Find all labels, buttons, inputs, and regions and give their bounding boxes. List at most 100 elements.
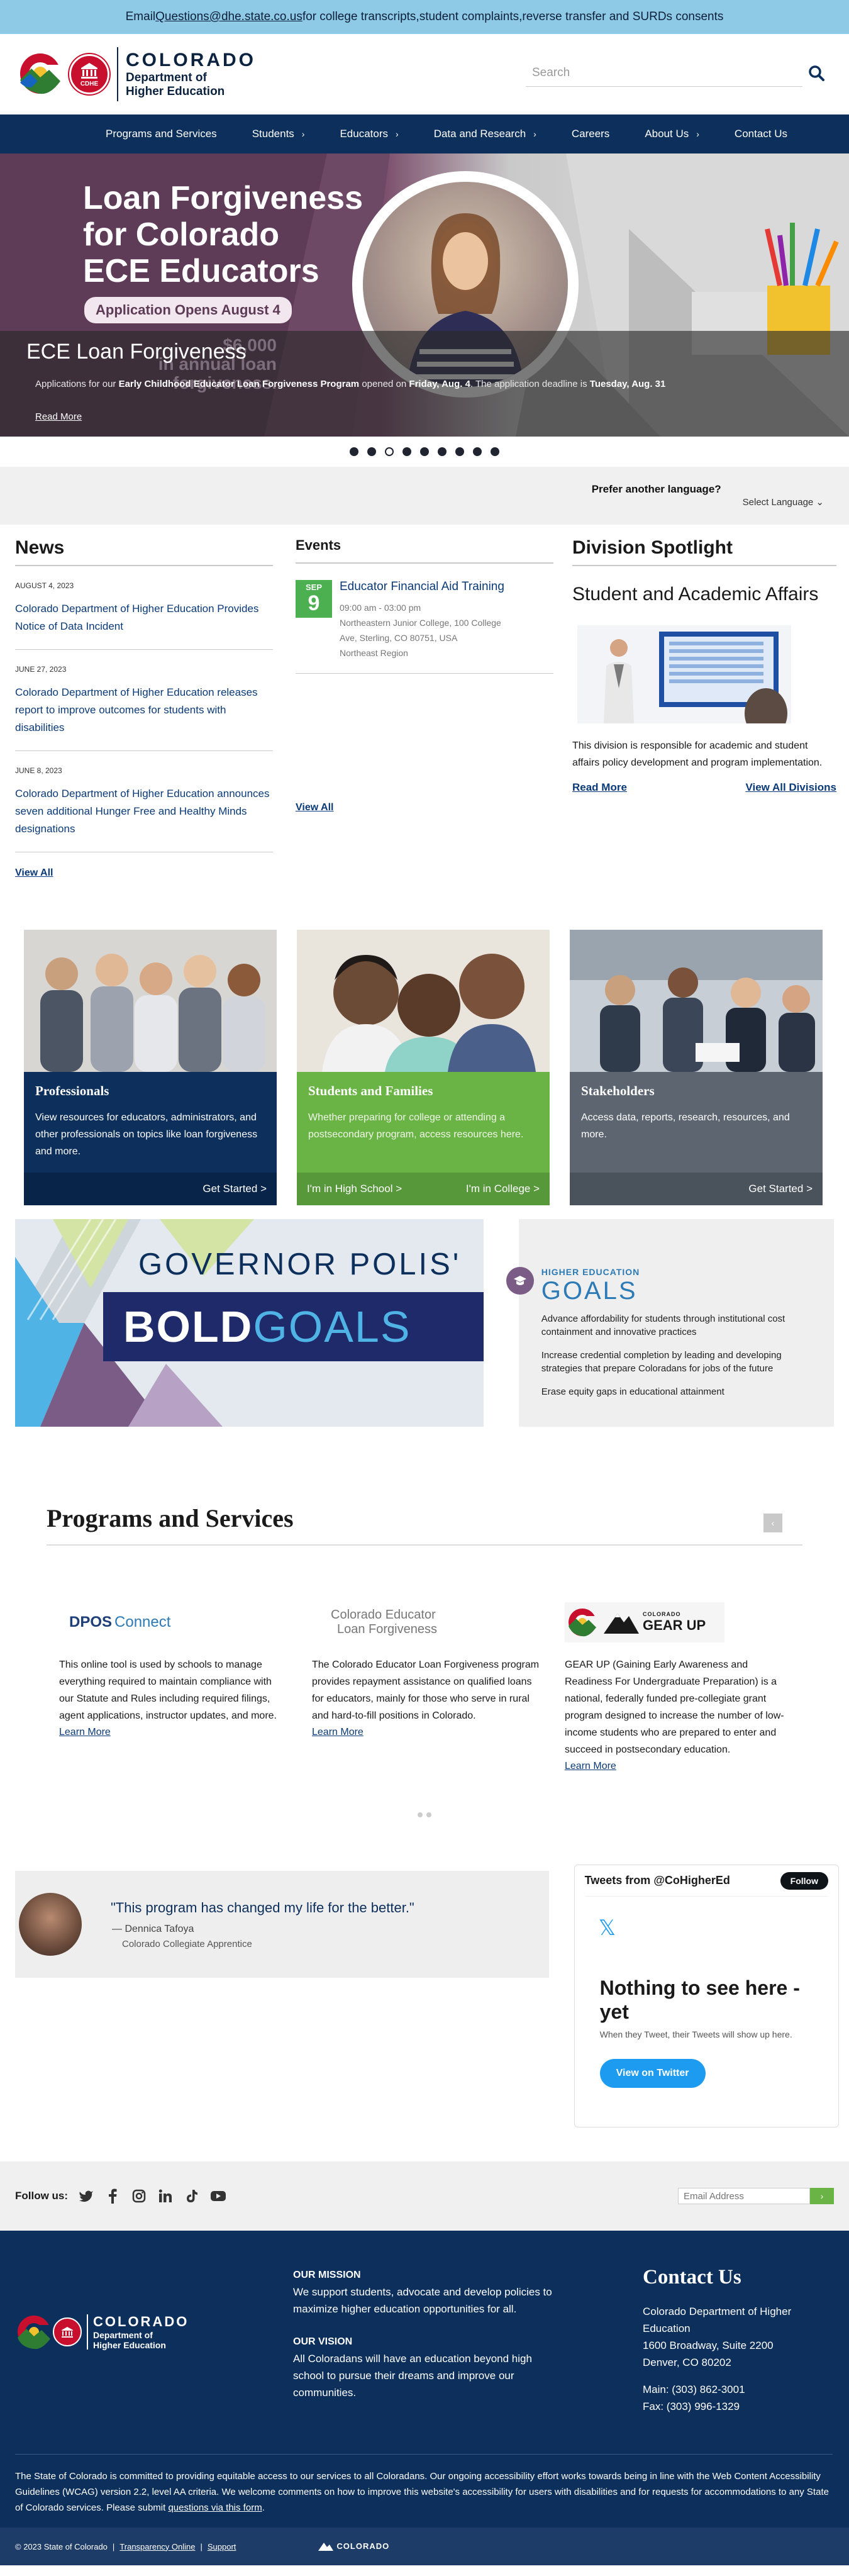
accessibility-statement: The State of Colorado is committed to pr… [15, 2454, 833, 2516]
professionals-get-started-link[interactable]: Get Started > [24, 1173, 277, 1205]
colorado-official-icon [318, 2543, 334, 2551]
gear-up-logo-part-b: GEAR UP [643, 1617, 706, 1633]
banner-email-link[interactable]: Questions@dhe.state.co.us [155, 10, 302, 24]
colorado-official-logo[interactable]: COLORADO [318, 2541, 389, 2552]
colorado-c-icon [19, 46, 82, 103]
testimonial-name: — Dennica Tafoya [112, 1923, 194, 1934]
carousel-dot[interactable] [438, 447, 447, 456]
goals-list: Advance affordability for students throu… [541, 1312, 821, 1408]
carousel-dot[interactable] [402, 447, 411, 456]
nav-students[interactable]: Students › [235, 114, 323, 153]
banner-suffix: for college transcripts,student complain… [302, 10, 724, 23]
instagram-icon[interactable] [131, 2188, 147, 2204]
support-link[interactable]: Support [208, 2542, 236, 2551]
news-title-link[interactable]: Colorado Department of Higher Education … [15, 785, 273, 838]
news-view-all-link[interactable]: View All [15, 867, 53, 879]
program-learn-more-link[interactable]: Learn More [565, 1761, 616, 1772]
event-title-link[interactable]: Educator Financial Aid Training [340, 580, 504, 594]
programs-dot[interactable] [418, 1812, 423, 1817]
twitter-follow-button[interactable]: Follow [780, 1871, 828, 1890]
news-title-link[interactable]: Colorado Department of Higher Education … [15, 600, 273, 635]
main-navigation: Programs and Services Students › Educator… [0, 114, 849, 153]
carousel-dot-active[interactable] [385, 447, 394, 456]
site-footer: COLORADO Department of Higher Education … [0, 2231, 849, 2565]
nav-careers[interactable]: Careers [554, 114, 627, 153]
language-select[interactable]: Select Language ⌄ [743, 496, 824, 508]
logo-wordmark: COLORADO Department of Higher Education [126, 50, 256, 99]
site-logo[interactable]: CDHE COLORADO Department of Higher Educa… [19, 46, 256, 103]
high-school-link[interactable]: I'm in High School > [307, 1183, 402, 1195]
linkedin-icon[interactable] [157, 2188, 174, 2204]
search-icon [809, 65, 824, 81]
nav-contact-us[interactable]: Contact Us [717, 114, 805, 153]
higher-ed-goals-title: GOALS [541, 1277, 638, 1305]
accessibility-form-link[interactable]: questions via this form [168, 2502, 262, 2513]
view-on-twitter-button[interactable]: View on Twitter [599, 2059, 706, 2088]
carousel-dot[interactable] [491, 447, 499, 456]
event-month: SEP [305, 583, 322, 592]
event-location-line-2: Ave, Sterling, CO 80751, USA [340, 633, 458, 643]
logo-divider [117, 47, 118, 101]
transparency-online-link[interactable]: Transparency Online [119, 2542, 195, 2551]
hero-application-pill: Application Opens August 4 [84, 297, 292, 323]
facebook-icon[interactable] [104, 2188, 121, 2204]
follow-bar: Follow us: › [0, 2161, 849, 2231]
programs-prev-button[interactable]: ‹ [763, 1514, 782, 1532]
twitter-icon[interactable] [78, 2188, 94, 2204]
stakeholders-get-started-link[interactable]: Get Started > [570, 1173, 823, 1205]
view-all-divisions-link[interactable]: View All Divisions [745, 781, 836, 794]
program-learn-more-link[interactable]: Learn More [312, 1727, 363, 1738]
contact-fax: Fax: (303) 996-1329 [643, 2400, 740, 2412]
carousel-dot[interactable] [350, 447, 358, 456]
contact-main-phone: Main: (303) 862-3001 [643, 2384, 745, 2395]
carousel-dot[interactable] [367, 447, 376, 456]
higher-ed-label: HIGHER EDUCATION [541, 1267, 640, 1277]
hero-headline-line-3: ECE Educators [83, 253, 319, 289]
news-title-link[interactable]: Colorado Department of Higher Education … [15, 684, 273, 737]
newsletter-email-input[interactable] [678, 2188, 810, 2204]
copyright: © 2023 State of Colorado [15, 2541, 108, 2551]
news-column: News AUGUST 4, 2023 Colorado Department … [15, 537, 273, 902]
tiktok-icon[interactable] [184, 2188, 200, 2204]
students-families-card: Students and Families Whether preparing … [297, 930, 550, 1205]
contact-org: Colorado Department of Higher Education [643, 2306, 792, 2334]
chevron-right-icon: › [301, 129, 305, 139]
newsletter-submit-button[interactable]: › [810, 2188, 834, 2204]
hero-headline-line-1: Loan Forgiveness [83, 180, 363, 216]
contact-address-1: 1600 Broadway, Suite 2200 [643, 2339, 774, 2351]
footer-logo[interactable]: COLORADO Department of Higher Education [15, 2312, 189, 2351]
nav-about-us[interactable]: About Us › [627, 114, 717, 153]
carousel-dot[interactable] [420, 447, 429, 456]
youtube-icon[interactable] [210, 2188, 226, 2204]
footer-contact: Contact Us Colorado Department of Higher… [643, 2266, 831, 2415]
colorado-c-icon [569, 1609, 600, 1637]
dpos-connect-logo: DPOS Connect [59, 1602, 287, 1642]
testimonial-avatar [19, 1893, 82, 1956]
bold-goals-banner[interactable]: GOVERNOR POLIS' BOLD GOALS [15, 1219, 484, 1427]
news-item: JUNE 27, 2023 Colorado Department of Hig… [15, 665, 273, 751]
events-view-all-link[interactable]: View All [296, 802, 333, 813]
stakeholders-card[interactable]: Stakeholders Access data, reports, resea… [570, 930, 823, 1205]
events-column: Events SEP 9 Educator Financial Aid Trai… [296, 537, 553, 902]
spotlight-read-more-link[interactable]: Read More [572, 781, 627, 794]
search-input[interactable] [526, 59, 802, 87]
events-heading: Events [296, 537, 553, 564]
program-learn-more-link[interactable]: Learn More [59, 1727, 111, 1738]
hero-read-more-link[interactable]: Read More [35, 411, 82, 422]
students-families-image [297, 930, 550, 1072]
mission-text: We support students, advocate and develo… [293, 2286, 552, 2315]
professionals-card[interactable]: Professionals View resources for educato… [24, 930, 277, 1205]
nav-educators[interactable]: Educators › [322, 114, 416, 153]
college-link[interactable]: I'm in College > [466, 1183, 540, 1195]
chevron-right-icon: › [696, 129, 699, 139]
carousel-dot[interactable] [455, 447, 464, 456]
nav-programs-and-services[interactable]: Programs and Services [88, 114, 235, 153]
carousel-dot[interactable] [473, 447, 482, 456]
students-families-description: Whether preparing for college or attendi… [308, 1112, 524, 1140]
search-button[interactable] [802, 59, 830, 87]
bold-goals-band: BOLD GOALS [103, 1292, 484, 1361]
students-families-card-body: Students and Families Whether preparing … [297, 1072, 550, 1173]
programs-dot[interactable] [426, 1812, 431, 1817]
nav-data-and-research[interactable]: Data and Research › [416, 114, 554, 153]
announcement-banner: Email Questions@dhe.state.co.us for coll… [0, 0, 849, 34]
